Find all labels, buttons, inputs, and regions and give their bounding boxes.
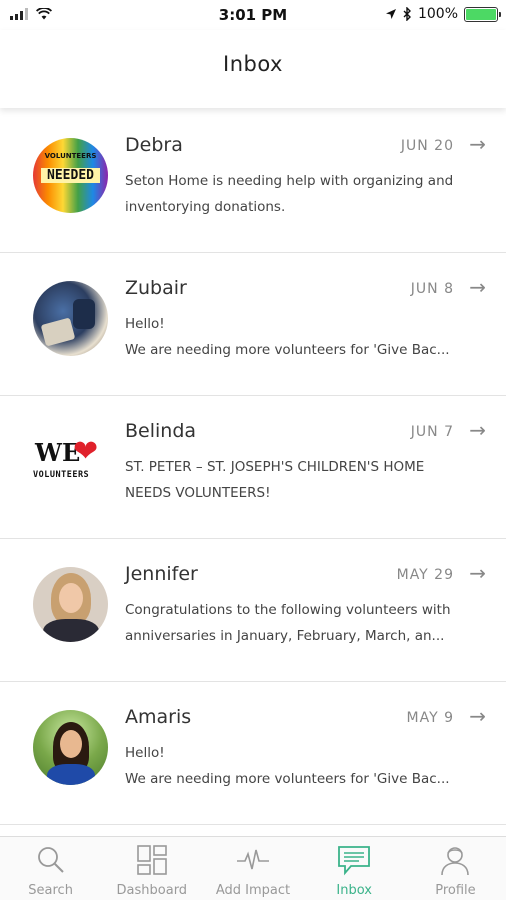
arrow-right-icon: → — [469, 132, 486, 156]
sender-name: Amaris — [125, 706, 192, 728]
message-date: MAY 29 — [396, 567, 454, 583]
tab-inbox[interactable]: Inbox — [304, 837, 405, 900]
preview-line-1: Hello! — [125, 316, 165, 332]
message-preview: Hello! We are needing more volunteers fo… — [125, 311, 470, 363]
tab-label: Dashboard — [116, 883, 188, 898]
sender-name: Belinda — [125, 420, 197, 442]
tab-label: Search — [28, 883, 73, 898]
message-preview: Hello! We are needing more volunteers fo… — [125, 740, 470, 792]
tab-search[interactable]: Search — [0, 837, 101, 900]
status-right: 100% — [385, 6, 501, 22]
bluetooth-icon — [403, 7, 411, 21]
preview-line-1: Congratulations to the following volunte… — [125, 602, 451, 618]
preview-line-2: We are needing more volunteers for 'Give… — [125, 771, 450, 787]
status-bar: 3:01 PM 100% — [0, 0, 506, 30]
preview-line-2: inventorying donations. — [125, 199, 286, 215]
avatar: VOLUNTEERS NEEDED — [33, 138, 108, 213]
battery-percent: 100% — [417, 6, 458, 22]
arrow-right-icon: → — [469, 418, 486, 442]
preview-line-2: NEEDS VOLUNTEERS! — [125, 485, 271, 501]
message-preview: Congratulations to the following volunte… — [125, 597, 470, 649]
preview-line-2: We are needing more volunteers for 'Give… — [125, 342, 450, 358]
avatar — [33, 281, 108, 356]
message-date: JUN 7 — [410, 424, 454, 440]
battery-icon — [464, 6, 501, 22]
search-icon — [37, 847, 64, 873]
avatar — [33, 567, 108, 642]
avatar-text-volunteers: VOLUNTEERS — [44, 152, 97, 160]
pulse-icon — [237, 849, 269, 870]
inbox-icon — [338, 846, 371, 876]
message-row[interactable]: WE ❤ VOLUNTEERS Belinda JUN 7 → ST. PETE… — [0, 396, 506, 539]
preview-line-1: Hello! — [125, 745, 165, 761]
arrow-right-icon: → — [469, 704, 486, 728]
avatar: WE ❤ VOLUNTEERS — [33, 424, 108, 499]
tab-label: Profile — [435, 883, 476, 898]
profile-icon — [441, 847, 470, 876]
sender-name: Zubair — [125, 277, 187, 299]
avatar-text-needed: NEEDED — [41, 168, 100, 183]
preview-line-1: Seton Home is needing help with organizi… — [125, 173, 454, 189]
dashboard-icon — [136, 845, 167, 875]
tab-label: Add Impact — [215, 883, 291, 898]
arrow-right-icon: → — [469, 275, 486, 299]
message-row[interactable]: VOLUNTEERS NEEDED Debra JUN 20 → Seton H… — [0, 110, 506, 253]
message-row[interactable]: Zubair JUN 8 → Hello! We are needing mor… — [0, 253, 506, 396]
message-row[interactable]: Jennifer MAY 29 → Congratulations to the… — [0, 539, 506, 682]
sender-name: Jennifer — [125, 563, 198, 585]
tab-label: Inbox — [336, 883, 372, 898]
avatar — [33, 710, 108, 785]
tab-add-impact[interactable]: Add Impact — [202, 837, 303, 900]
heart-icon: ❤ — [73, 434, 99, 469]
message-date: JUN 8 — [410, 281, 454, 297]
preview-line-1: ST. PETER – ST. JOSEPH'S CHILDREN'S HOME — [125, 459, 425, 475]
tab-dashboard[interactable]: Dashboard — [101, 837, 202, 900]
avatar-text-volunteers: VOLUNTEERS — [33, 470, 90, 480]
message-row[interactable]: Amaris MAY 9 → Hello! We are needing mor… — [0, 682, 506, 825]
message-date: MAY 9 — [406, 710, 454, 726]
preview-line-2: anniversaries in January, February, Marc… — [125, 628, 445, 644]
tab-bar: Search Dashboard Add Impact Inbox Profil… — [0, 836, 506, 900]
tab-profile[interactable]: Profile — [405, 837, 506, 900]
message-list: VOLUNTEERS NEEDED Debra JUN 20 → Seton H… — [0, 110, 506, 825]
nav-header: Inbox — [0, 30, 506, 108]
message-date: JUN 20 — [400, 138, 454, 154]
location-arrow-icon — [385, 9, 396, 19]
page-title: Inbox — [223, 52, 283, 76]
message-preview: Seton Home is needing help with organizi… — [125, 168, 470, 220]
sender-name: Debra — [125, 134, 183, 156]
arrow-right-icon: → — [469, 561, 486, 585]
message-preview: ST. PETER – ST. JOSEPH'S CHILDREN'S HOME… — [125, 454, 470, 506]
